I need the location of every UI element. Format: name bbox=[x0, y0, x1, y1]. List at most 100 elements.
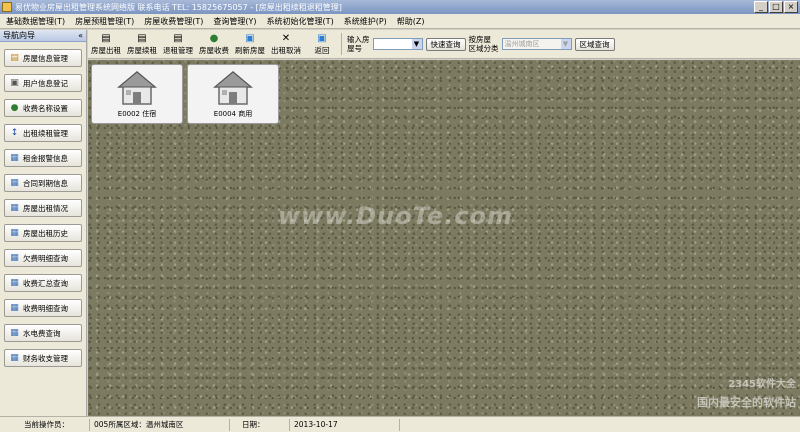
checkout-icon: ▤ bbox=[173, 32, 183, 44]
charge-icon: ● bbox=[209, 32, 219, 44]
nav-list: ▤ 房屋信息管理 ▣ 用户信息登记 ● 收费名称设置 ↕ 出租续租管理 ▦ 租金报警信息 … bbox=[0, 42, 86, 367]
status-date-value: 2013-10-17 bbox=[290, 418, 400, 431]
menu-maintenance[interactable]: 系统维护(P) bbox=[344, 16, 387, 27]
nav-item-utility[interactable]: ▦ 水电费查询 bbox=[4, 324, 82, 342]
user-card-icon: ▣ bbox=[10, 78, 19, 88]
nav-item-house-info[interactable]: ▤ 房屋信息管理 bbox=[4, 49, 82, 67]
checkout-button[interactable]: ▤ 退租管理 bbox=[160, 30, 196, 58]
utility-icon: ▦ bbox=[10, 328, 19, 338]
nav-item-label: 合同到期信息 bbox=[23, 178, 68, 188]
refresh-button[interactable]: ▣ 刷新房屋 bbox=[232, 30, 268, 58]
minimize-button[interactable]: _ bbox=[754, 1, 768, 13]
menu-help[interactable]: 帮助(Z) bbox=[397, 16, 425, 27]
area-select-value: 温州城南区 bbox=[504, 40, 540, 48]
house-icon bbox=[116, 70, 158, 106]
nav-item-rent-history[interactable]: ▦ 房屋出租历史 bbox=[4, 224, 82, 242]
nav-item-lease-manage[interactable]: ↕ 出租续租管理 bbox=[4, 124, 82, 142]
nav-item-fee-summary[interactable]: ▦ 收费汇总查询 bbox=[4, 274, 82, 292]
room-card-label: E0004 商用 bbox=[213, 110, 253, 118]
watermark-logo-line2: 国内最安全的软件站 bbox=[697, 396, 796, 409]
menu-charges[interactable]: 房屋收费管理(T) bbox=[144, 16, 203, 27]
status-area: 005所属区域：温州城南区 bbox=[90, 418, 230, 431]
menu-bar: 基础数据管理(T) 房屋预租管理(T) 房屋收费管理(T) 查询管理(Y) 系统… bbox=[0, 14, 800, 29]
history-icon: ▦ bbox=[10, 228, 19, 238]
room-card[interactable]: E0002 住宿 bbox=[91, 64, 183, 124]
watermark-text: www.DuoTe.com bbox=[278, 202, 513, 230]
room-card-label: E0002 住宿 bbox=[117, 110, 157, 118]
chevron-down-icon: ▼ bbox=[560, 39, 571, 49]
app-icon bbox=[2, 2, 12, 12]
nav-item-fee-names[interactable]: ● 收费名称设置 bbox=[4, 99, 82, 117]
nav-item-rent-alarm[interactable]: ▦ 租金报警信息 bbox=[4, 149, 82, 167]
nav-item-fee-detail[interactable]: ▦ 收费明细查询 bbox=[4, 299, 82, 317]
refresh-icon: ▣ bbox=[245, 32, 255, 44]
lease-icon: ↕ bbox=[10, 128, 19, 138]
checkout-button-label: 退租管理 bbox=[163, 45, 193, 55]
room-workspace: E0002 住宿 E0004 商用 www.DuoTe.com 2345软件大全… bbox=[88, 60, 800, 416]
status-bar: 当前操作员： 005所属区域：温州城南区 日期： 2013-10-17 bbox=[0, 416, 800, 432]
menu-query[interactable]: 查询管理(Y) bbox=[213, 16, 256, 27]
toolbar: ▤ 房屋出租 ▤ 房屋续租 ▤ 退租管理 ● 房屋收费 ▣ 刷新房屋 ✕ 出租取消 ▣ 返回 … bbox=[88, 30, 800, 59]
nav-item-label: 用户信息登记 bbox=[23, 78, 68, 88]
room-number-label: 输入房 屋号 bbox=[347, 35, 370, 53]
nav-item-arrears[interactable]: ▦ 欠费明细查询 bbox=[4, 249, 82, 267]
renew-icon: ▤ bbox=[137, 32, 147, 44]
renew-button[interactable]: ▤ 房屋续租 bbox=[124, 30, 160, 58]
menu-system-init[interactable]: 系统初始化管理(T) bbox=[267, 16, 334, 27]
nav-item-label: 欠费明细查询 bbox=[23, 253, 68, 263]
area-filter-label: 按房屋 区域分类 bbox=[469, 35, 499, 53]
cancel-rent-button[interactable]: ✕ 出租取消 bbox=[268, 30, 304, 58]
status-spacer bbox=[400, 419, 800, 431]
nav-item-label: 出租续租管理 bbox=[23, 128, 68, 138]
summary-icon: ▦ bbox=[10, 278, 19, 288]
room-number-select[interactable]: ▼ bbox=[372, 38, 423, 50]
room-number-label-line2: 屋号 bbox=[347, 44, 362, 53]
nav-header: 导航向导 « bbox=[0, 30, 86, 42]
finance-icon: ▦ bbox=[10, 353, 19, 363]
charge-button[interactable]: ● 房屋收费 bbox=[196, 30, 232, 58]
maximize-button[interactable]: □ bbox=[769, 1, 783, 13]
menu-pre-rent[interactable]: 房屋预租管理(T) bbox=[75, 16, 134, 27]
renew-button-label: 房屋续租 bbox=[127, 45, 157, 55]
back-button[interactable]: ▣ 返回 bbox=[304, 30, 340, 58]
area-query-button[interactable]: 区域查询 bbox=[574, 37, 615, 51]
nav-item-label: 水电费查询 bbox=[23, 328, 61, 338]
nav-item-label: 租金报警信息 bbox=[23, 153, 68, 163]
room-card[interactable]: E0004 商用 bbox=[187, 64, 279, 124]
area-filter-label-line2: 区域分类 bbox=[468, 44, 499, 53]
area-select[interactable]: 温州城南区 ▼ bbox=[501, 38, 572, 50]
cancel-icon: ✕ bbox=[281, 32, 291, 44]
charge-button-label: 房屋收费 bbox=[199, 45, 229, 55]
chevron-down-icon: ▼ bbox=[411, 39, 422, 49]
detail-icon: ▦ bbox=[10, 303, 19, 313]
nav-item-label: 收费名称设置 bbox=[23, 103, 68, 113]
cancel-rent-button-label: 出租取消 bbox=[271, 45, 301, 55]
status-operator: 当前操作员： bbox=[0, 418, 90, 431]
nav-item-finance[interactable]: ▦ 财务收支管理 bbox=[4, 349, 82, 367]
building-icon: ▤ bbox=[10, 53, 19, 63]
house-icon bbox=[212, 70, 254, 106]
title-bar: 易优物业房屋出租管理系统网络版 联系电话 TEL: 15825675057 - … bbox=[0, 0, 800, 14]
nav-item-user-register[interactable]: ▣ 用户信息登记 bbox=[4, 74, 82, 92]
contract-icon: ▦ bbox=[10, 178, 19, 188]
menu-basic-data[interactable]: 基础数据管理(T) bbox=[6, 16, 65, 27]
quick-query-button[interactable]: 快速查询 bbox=[425, 37, 466, 51]
window-controls: _ □ × bbox=[754, 1, 798, 13]
toolbar-separator bbox=[341, 33, 342, 55]
close-button[interactable]: × bbox=[784, 1, 798, 13]
nav-sidebar: 导航向导 « ▤ 房屋信息管理 ▣ 用户信息登记 ● 收费名称设置 ↕ 出租续租管理 ▦… bbox=[0, 30, 87, 416]
room-search-group: 输入房 屋号 ▼ 快速查询 按房屋 区域分类 温州城南区 ▼ 区域查询 bbox=[343, 30, 615, 58]
house-status-icon: ▦ bbox=[10, 203, 19, 213]
back-icon: ▣ bbox=[317, 32, 327, 44]
nav-item-label: 房屋信息管理 bbox=[23, 53, 68, 63]
collapse-icon[interactable]: « bbox=[78, 30, 83, 42]
room-number-label-line1: 输入房 bbox=[347, 35, 370, 44]
area-filter-label-line1: 按房屋 bbox=[468, 35, 492, 44]
nav-item-contract-expiry[interactable]: ▦ 合同到期信息 bbox=[4, 174, 82, 192]
rent-button[interactable]: ▤ 房屋出租 bbox=[88, 30, 124, 58]
nav-item-rent-status[interactable]: ▦ 房屋出租情况 bbox=[4, 199, 82, 217]
status-date-label: 日期： bbox=[230, 418, 290, 431]
back-button-label: 返回 bbox=[314, 45, 330, 55]
nav-header-title: 导航向导 bbox=[3, 31, 35, 40]
nav-item-label: 收费汇总查询 bbox=[23, 278, 68, 288]
